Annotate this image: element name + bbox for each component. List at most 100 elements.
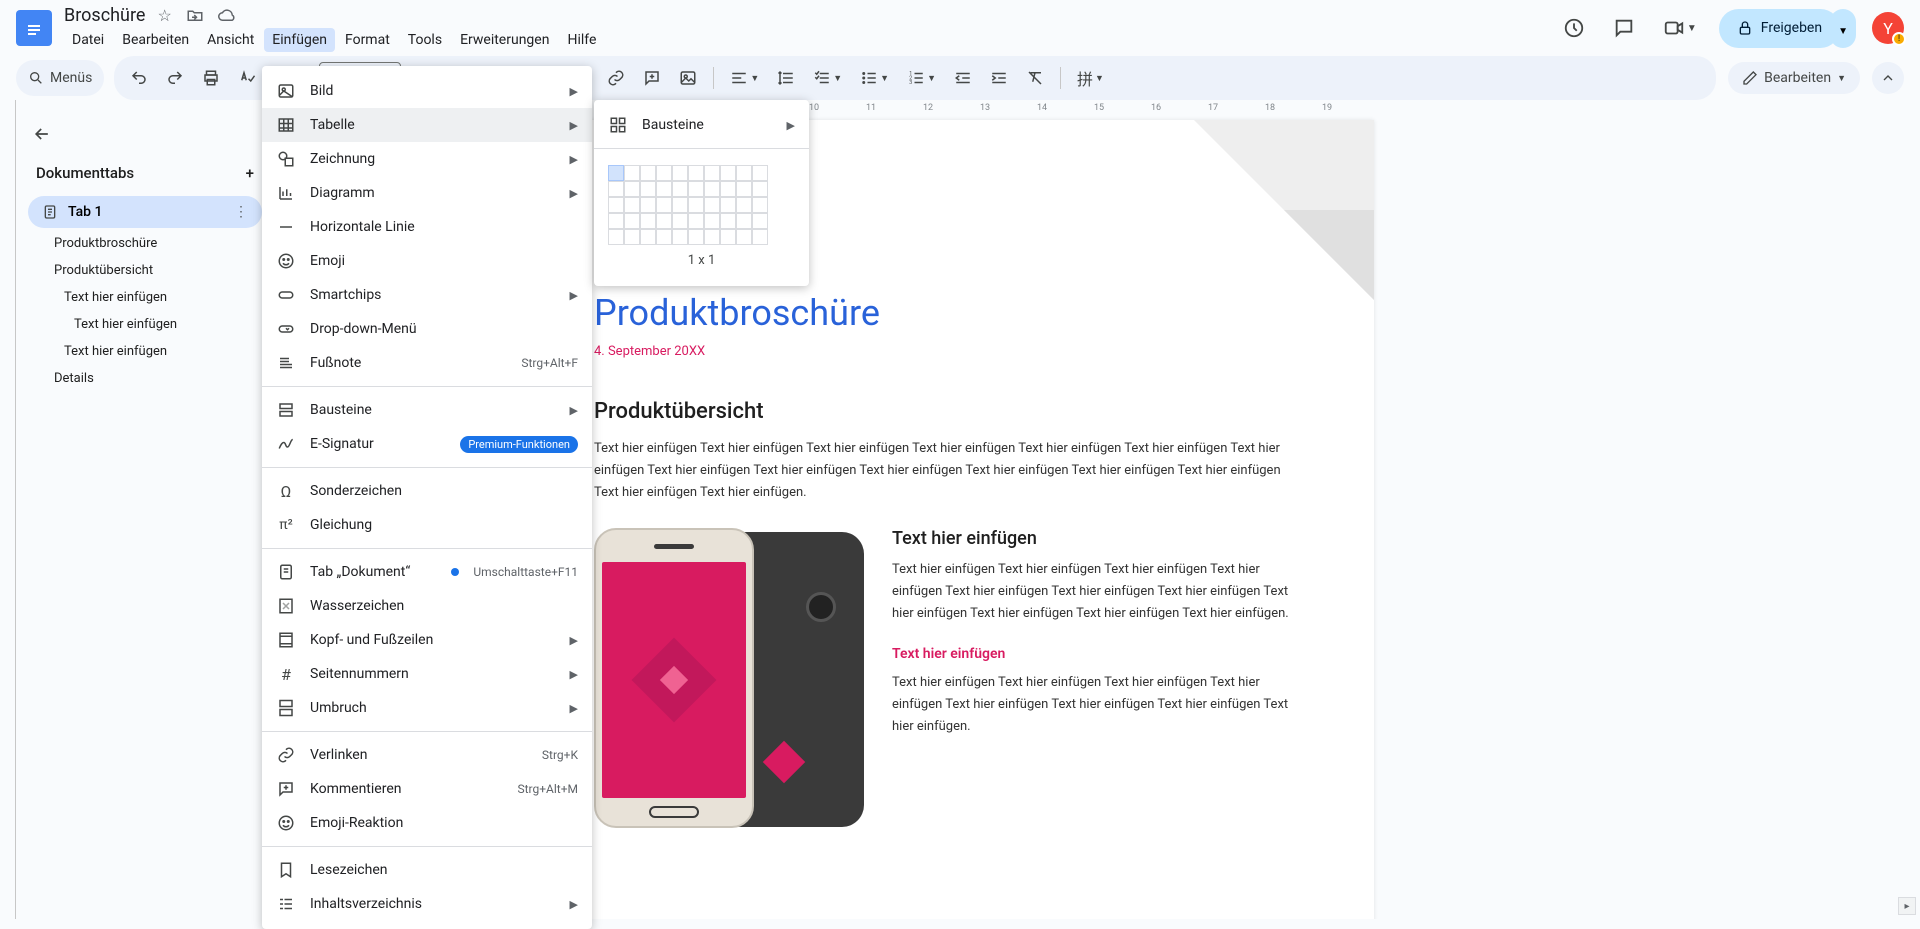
folder-move-icon[interactable]: [186, 6, 204, 25]
sidebar-back-button[interactable]: [24, 116, 266, 152]
menu-item-kommentieren[interactable]: KommentierenStrg+Alt+M: [262, 772, 592, 806]
grid-cell[interactable]: [752, 229, 768, 245]
grid-cell[interactable]: [672, 213, 688, 229]
docs-logo[interactable]: [16, 10, 52, 46]
grid-cell[interactable]: [608, 181, 624, 197]
menu-tools[interactable]: Tools: [400, 28, 450, 52]
grid-cell[interactable]: [688, 229, 704, 245]
grid-cell[interactable]: [640, 197, 656, 213]
numbered-list-button[interactable]: 123▼: [901, 63, 942, 93]
grid-cell[interactable]: [672, 181, 688, 197]
menu-item-inhaltsverzeichnis[interactable]: Inhaltsverzeichnis▶: [262, 887, 592, 921]
grid-cell[interactable]: [640, 165, 656, 181]
menu-item-verlinken[interactable]: VerlinkenStrg+K: [262, 738, 592, 772]
grid-cell[interactable]: [736, 197, 752, 213]
bulleted-list-button[interactable]: ▼: [854, 63, 895, 93]
menu-bearbeiten[interactable]: Bearbeiten: [114, 28, 197, 52]
menu-item-drop-down-men-[interactable]: Drop-down-Menü: [262, 312, 592, 346]
grid-cell[interactable]: [640, 181, 656, 197]
share-button[interactable]: Freigeben: [1719, 9, 1840, 48]
grid-cell[interactable]: [624, 213, 640, 229]
outline-item[interactable]: Text hier einfügen: [24, 284, 266, 311]
input-tools-button[interactable]: 拼▼: [1071, 60, 1110, 96]
clear-format-button[interactable]: [1020, 63, 1050, 93]
menu-item-e-signatur[interactable]: E-SignaturPremium-Funktionen: [262, 427, 592, 461]
grid-cell[interactable]: [688, 213, 704, 229]
align-button[interactable]: ▼: [724, 63, 765, 93]
insert-image-button[interactable]: [673, 63, 703, 93]
grid-cell[interactable]: [656, 213, 672, 229]
grid-cell[interactable]: [720, 165, 736, 181]
menu-item-kopf-und-fu-zeilen[interactable]: Kopf- und Fußzeilen▶: [262, 623, 592, 657]
menu-format[interactable]: Format: [337, 28, 398, 52]
grid-cell[interactable]: [624, 165, 640, 181]
menu-item-umbruch[interactable]: Umbruch▶: [262, 691, 592, 725]
grid-cell[interactable]: [656, 165, 672, 181]
grid-cell[interactable]: [656, 229, 672, 245]
undo-button[interactable]: [124, 63, 154, 93]
menu-datei[interactable]: Datei: [64, 28, 112, 52]
grid-cell[interactable]: [656, 197, 672, 213]
redo-button[interactable]: [160, 63, 190, 93]
menu-item-tab-dokument-[interactable]: Tab „Dokument“Umschalttaste+F11: [262, 555, 592, 589]
grid-cell[interactable]: [640, 213, 656, 229]
menu-hilfe[interactable]: Hilfe: [559, 28, 604, 52]
grid-cell[interactable]: [688, 197, 704, 213]
menu-item-seitennummern[interactable]: #Seitennummern▶: [262, 657, 592, 691]
grid-cell[interactable]: [688, 165, 704, 181]
grid-cell[interactable]: [736, 213, 752, 229]
insert-link-button[interactable]: [601, 63, 631, 93]
add-tab-button[interactable]: +: [246, 164, 254, 182]
menu-item-tabelle[interactable]: Tabelle▶: [262, 108, 592, 142]
table-size-picker[interactable]: 1 x 1: [594, 155, 809, 278]
grid-cell[interactable]: [704, 213, 720, 229]
grid-cell[interactable]: [752, 213, 768, 229]
menu-item-diagramm[interactable]: Diagramm▶: [262, 176, 592, 210]
decrease-indent-button[interactable]: [948, 63, 978, 93]
search-menus[interactable]: Menüs: [22, 64, 98, 92]
increase-indent-button[interactable]: [984, 63, 1014, 93]
grid-cell[interactable]: [624, 181, 640, 197]
grid-cell[interactable]: [640, 229, 656, 245]
grid-cell[interactable]: [720, 181, 736, 197]
history-icon[interactable]: [1557, 11, 1591, 45]
line-spacing-button[interactable]: [771, 63, 801, 93]
grid-cell[interactable]: [704, 229, 720, 245]
comments-icon[interactable]: [1607, 11, 1641, 45]
print-button[interactable]: [196, 63, 226, 93]
grid-cell[interactable]: [736, 165, 752, 181]
grid-cell[interactable]: [736, 229, 752, 245]
checklist-button[interactable]: ▼: [807, 63, 848, 93]
grid-cell[interactable]: [704, 181, 720, 197]
outline-item[interactable]: Details: [24, 365, 266, 392]
menu-ansicht[interactable]: Ansicht: [199, 28, 262, 52]
menu-item-bausteine[interactable]: Bausteine▶: [262, 393, 592, 427]
menu-einfuegen[interactable]: Einfügen: [264, 28, 335, 52]
menu-item-fu-note[interactable]: FußnoteStrg+Alt+F: [262, 346, 592, 380]
menu-item-wasserzeichen[interactable]: Wasserzeichen: [262, 589, 592, 623]
menu-item-zeichnung[interactable]: Zeichnung▶: [262, 142, 592, 176]
grid-cell[interactable]: [672, 197, 688, 213]
meet-icon[interactable]: ▼: [1657, 11, 1703, 45]
grid-cell[interactable]: [608, 213, 624, 229]
submenu-bausteine[interactable]: Bausteine ▶: [594, 108, 809, 142]
grid-cell[interactable]: [720, 197, 736, 213]
menu-item-horizontale-linie[interactable]: Horizontale Linie: [262, 210, 592, 244]
cloud-done-icon[interactable]: [218, 6, 236, 25]
add-comment-button[interactable]: [637, 63, 667, 93]
grid-cell[interactable]: [688, 181, 704, 197]
outline-item[interactable]: Produktbroschüre: [24, 230, 266, 257]
grid-cell[interactable]: [608, 165, 624, 181]
grid-cell[interactable]: [720, 213, 736, 229]
grid-cell[interactable]: [624, 229, 640, 245]
grid-cell[interactable]: [752, 181, 768, 197]
grid-cell[interactable]: [704, 165, 720, 181]
grid-cell[interactable]: [608, 229, 624, 245]
tab-options-icon[interactable]: ⋮: [234, 204, 248, 220]
menu-item-sonderzeichen[interactable]: ΩSonderzeichen: [262, 474, 592, 508]
tab-1[interactable]: Tab 1 ⋮: [28, 196, 262, 228]
doc-title[interactable]: Broschüre: [64, 5, 145, 26]
share-dropdown[interactable]: ▼: [1830, 9, 1856, 48]
grid-cell[interactable]: [736, 181, 752, 197]
grid-cell[interactable]: [720, 229, 736, 245]
